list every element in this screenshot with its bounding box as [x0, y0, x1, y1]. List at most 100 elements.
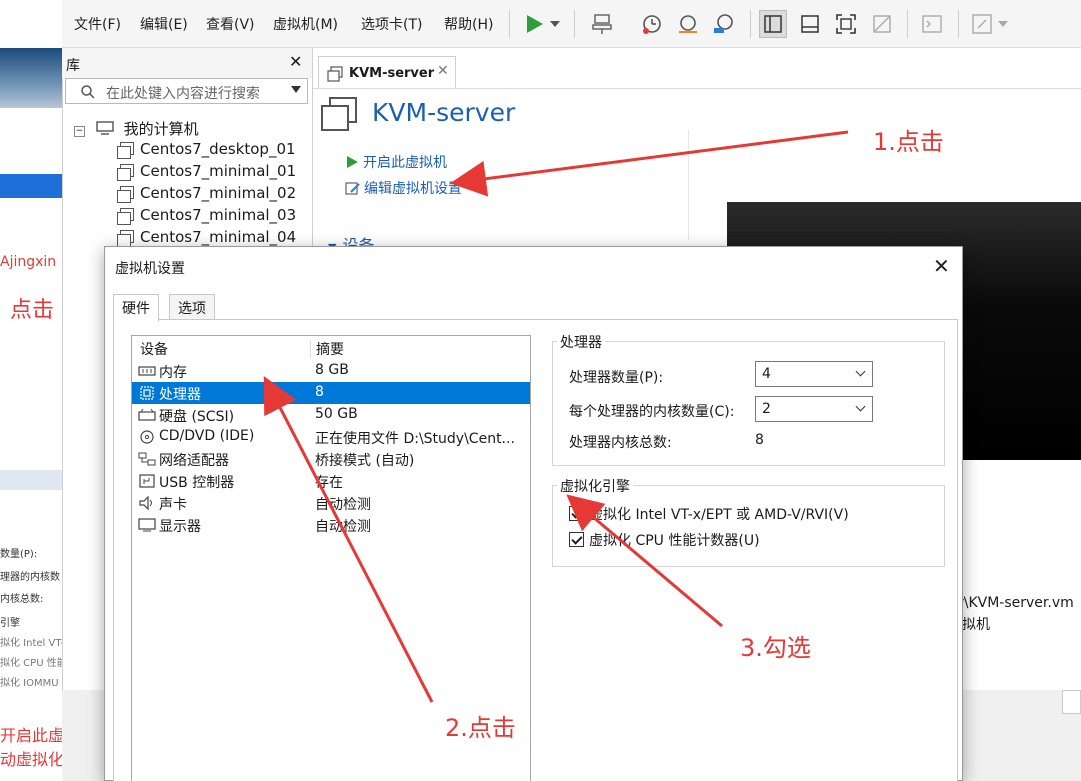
- start-vm-link[interactable]: 开启此虚拟机: [345, 152, 447, 172]
- revert-snapshot-icon[interactable]: [674, 10, 702, 38]
- menu-tabs[interactable]: 选项卡(T): [361, 14, 422, 34]
- tree-vm-item[interactable]: Centos7_minimal_01: [117, 162, 297, 181]
- collapse-icon[interactable]: −: [74, 126, 85, 137]
- computer-icon: [96, 121, 114, 135]
- tree-vm-item[interactable]: Centos7_desktop_01: [117, 140, 296, 159]
- menu-edit[interactable]: 编辑(E): [140, 14, 188, 34]
- search-icon: [81, 85, 95, 99]
- tree-vm-item[interactable]: Centos7_minimal_03: [117, 206, 297, 225]
- processor-count-select[interactable]: 4: [755, 361, 873, 387]
- device-row-memory[interactable]: 内存 8 GB: [132, 360, 530, 382]
- background-window-strip: Ajingxin 点击 数量(P): 理器的内核数 内核总数: 引擎 拟化 In…: [0, 0, 62, 781]
- vtx-label[interactable]: 虚拟化 Intel VT-x/EPT 或 AMD-V/RVI(V): [589, 504, 849, 524]
- vm-icon: [117, 208, 134, 225]
- toolbar-separator: [509, 10, 510, 38]
- bg-text: 开启此虚拟机之: [0, 726, 62, 745]
- tree-vm-label: Centos7_minimal_02: [140, 184, 297, 202]
- device-row-processor[interactable]: 处理器 8: [132, 382, 530, 404]
- library-title: 库: [66, 58, 80, 74]
- cpu-perf-counter-checkbox[interactable]: [569, 532, 584, 547]
- menu-file[interactable]: 文件(F): [74, 14, 121, 34]
- tree-vm-item[interactable]: Centos7_minimal_02: [117, 184, 297, 203]
- toolbar-separator: [958, 10, 959, 38]
- network-icon: [138, 452, 156, 466]
- bg-text: 动虚拟化功能: [0, 750, 62, 769]
- annotation-step-1: 1.点击: [873, 128, 944, 156]
- play-icon: [347, 156, 358, 168]
- cpu-perf-counter-label[interactable]: 虚拟化 CPU 性能计数器(U): [589, 530, 760, 550]
- device-row-network[interactable]: 网络适配器 桥接模式 (自动): [132, 448, 530, 470]
- console-icon[interactable]: [918, 10, 946, 38]
- tree-vm-label: Centos7_minimal_03: [140, 206, 297, 224]
- vm-config-path: r\KVM-server.vm: [958, 595, 1074, 611]
- vtx-checkbox[interactable]: [569, 506, 584, 521]
- summary-column-header[interactable]: 摘要: [316, 339, 344, 359]
- vm-icon: [117, 230, 134, 247]
- close-icon[interactable]: ✕: [289, 52, 302, 71]
- dropdown-arrow-icon[interactable]: [291, 86, 301, 93]
- tab-kvm-server[interactable]: KVM-server ✕: [318, 56, 456, 89]
- device-name: 硬盘 (SCSI): [159, 409, 235, 425]
- menu-vm[interactable]: 虚拟机(M): [273, 14, 338, 34]
- dialog-tabs: 硬件 选项: [113, 294, 958, 322]
- search-placeholder: 在此处键入内容进行搜索: [106, 86, 260, 102]
- tree-vm-label: Centos7_minimal_04: [140, 228, 297, 246]
- cd-icon: [140, 430, 154, 444]
- bg-text: 拟化 Intel VT-: [0, 638, 62, 649]
- vm-icon: [117, 142, 134, 159]
- column-divider[interactable]: [310, 340, 311, 358]
- vm-hw-compat: 拟机: [962, 617, 990, 633]
- background-banner: [0, 48, 62, 108]
- bg-text: 拟化 CPU 性能: [0, 658, 62, 669]
- device-row-cd-dvd[interactable]: CD/DVD (IDE) 正在使用文件 D:\Study\Cent...: [132, 426, 530, 448]
- annotation-step-2: 2.点击: [445, 714, 516, 742]
- network-share-icon[interactable]: [588, 10, 616, 38]
- snapshot-icon[interactable]: [638, 10, 666, 38]
- vm-tab-icon: [327, 66, 343, 82]
- cores-per-processor-label: 每个处理器的内核数量(C):: [569, 404, 735, 420]
- unity-icon[interactable]: [868, 10, 896, 38]
- snapshot-manager-icon[interactable]: [710, 10, 738, 38]
- library-search-input[interactable]: 在此处键入内容进行搜索: [65, 78, 308, 104]
- vm-title: KVM-server: [372, 98, 516, 127]
- tree-vm-label: Centos7_minimal_01: [140, 162, 297, 180]
- edit-vm-settings-link[interactable]: 编辑虚拟机设置: [345, 178, 462, 198]
- tree-vm-item[interactable]: Centos7_minimal_04: [117, 228, 297, 247]
- bg-text: 内核总数:: [0, 594, 44, 605]
- menu-view[interactable]: 查看(V): [206, 14, 255, 34]
- thumbnail-view-icon[interactable]: [796, 10, 824, 38]
- device-column-header[interactable]: 设备: [140, 339, 168, 359]
- tree-vm-label: Centos7_desktop_01: [140, 140, 296, 158]
- vm-icon: [117, 164, 134, 181]
- total-cores-value: 8: [755, 432, 764, 448]
- edit-settings-icon: [345, 182, 360, 195]
- chevron-down-icon[interactable]: [996, 10, 1010, 38]
- background-band: [0, 470, 62, 490]
- tab-options[interactable]: 选项: [169, 294, 215, 320]
- menu-help[interactable]: 帮助(H): [444, 14, 493, 34]
- tab-hardware[interactable]: 硬件: [113, 294, 159, 322]
- memory-icon: [138, 366, 156, 376]
- device-row-display[interactable]: 显示器 自动检测: [132, 514, 530, 536]
- bg-text: Ajingxin: [0, 254, 57, 270]
- device-summary: 50 GB: [315, 406, 358, 422]
- play-icon[interactable]: [520, 10, 548, 38]
- device-row-usb[interactable]: USB 控制器 存在: [132, 470, 530, 492]
- fullscreen-icon[interactable]: [832, 10, 860, 38]
- device-row-hard-disk[interactable]: 硬盘 (SCSI) 50 GB: [132, 404, 530, 426]
- device-name: 内存: [159, 365, 187, 381]
- virtualization-group: [552, 485, 945, 567]
- cores-per-processor-select[interactable]: 2: [755, 396, 873, 422]
- stretch-icon[interactable]: [968, 10, 996, 38]
- device-row-sound[interactable]: 声卡 自动检测: [132, 492, 530, 514]
- library-view-icon[interactable]: [759, 10, 787, 38]
- device-summary: 存在: [315, 475, 343, 491]
- chevron-down-icon[interactable]: [548, 10, 562, 38]
- tree-root[interactable]: − 我的计算机: [74, 118, 199, 139]
- close-icon[interactable]: ✕: [933, 254, 950, 278]
- device-summary: 自动检测: [315, 497, 371, 513]
- processor-count-label: 处理器数量(P):: [569, 370, 664, 386]
- resize-handle[interactable]: [1062, 690, 1081, 714]
- close-icon[interactable]: ✕: [437, 63, 449, 79]
- vm-settings-dialog: 虚拟机设置 ✕ 设备 摘要 内存 8 GB 处理器 8 硬盘 (SCSI) 50…: [104, 246, 963, 781]
